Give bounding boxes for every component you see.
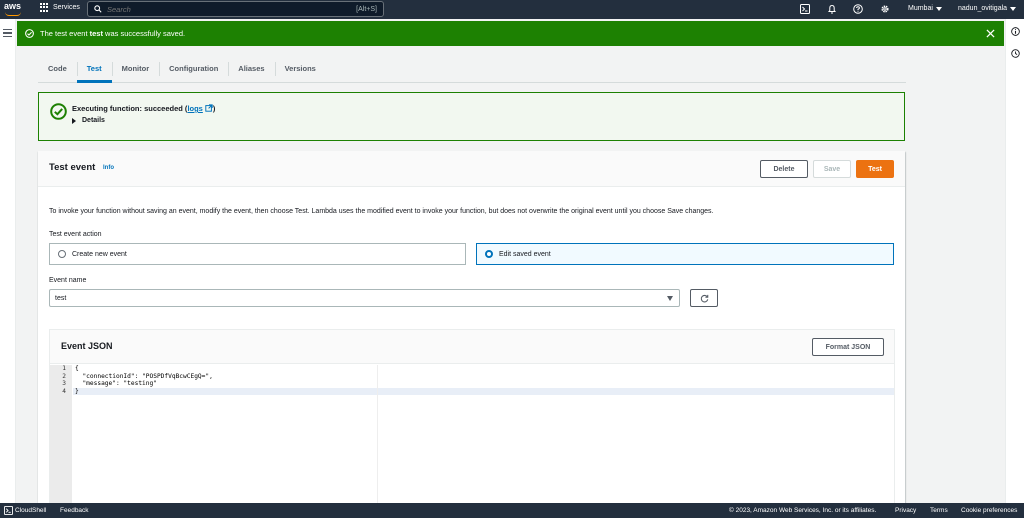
search-input[interactable] [107,4,357,14]
event-json-container: Event JSON Format JSON 1 2 3 4 { "connec… [49,329,895,509]
tab-versions[interactable]: Versions [274,58,326,83]
line-number-gutter: 1 2 3 4 [50,365,72,508]
line-number: 3 [62,380,66,387]
info-icon[interactable] [1011,27,1020,36]
execution-result-title: Executing function: succeeded (logs) [72,104,215,113]
success-check-icon [25,29,34,38]
details-expander[interactable]: Details [72,117,105,124]
chevron-down-icon [1010,6,1017,11]
chevron-down-icon [935,6,942,11]
refresh-icon [700,294,709,303]
account-username: nadun_ovitigala [958,5,1008,12]
radio-create-label: Create new event [72,250,127,258]
test-button[interactable]: Test [856,160,894,178]
delete-button[interactable]: Delete [760,160,808,178]
terms-link[interactable]: Terms [930,507,948,514]
code-line-active[interactable]: } [73,387,894,395]
print-margin [377,365,378,508]
format-json-button[interactable]: Format JSON [812,338,884,356]
execution-result-end: ) [212,104,216,113]
top-navigation: aws Services [Alt+S] Mumbai nadun_ovitig… [0,0,1024,19]
event-json-header: Event JSON Format JSON [50,330,894,364]
left-rail [0,19,16,503]
event-name-value: test [55,294,67,302]
code-line[interactable]: "connectionId": "POSPDfVqBcwCEgQ=", [73,373,894,381]
search-shortcut: [Alt+S] [356,5,377,13]
line-number: 4 [62,387,66,395]
tab-configuration[interactable]: Configuration [159,58,228,83]
test-event-header: Test event Info Delete Save Test [38,151,905,187]
code-line[interactable]: { [73,365,894,373]
services-grid-icon [40,3,49,12]
flash-suffix: was successfully saved. [102,29,186,38]
services-menu-button[interactable]: Services [40,3,80,12]
cookie-preferences-link[interactable]: Cookie preferences [961,507,1017,514]
save-button[interactable]: Save [813,160,851,178]
code-lines[interactable]: { "connectionId": "POSPDfVqBcwCEgQ=", "m… [73,365,894,395]
function-tabs: Code Test Monitor Configuration Aliases … [38,58,906,83]
radio-button[interactable] [58,250,66,258]
code-line[interactable]: "message": "testing" [73,380,894,388]
radio-edit-label: Edit saved event [499,250,551,258]
tab-test[interactable]: Test [76,58,112,83]
success-check-icon [50,103,67,120]
copyright-text: © 2023, Amazon Web Services, Inc. or its… [729,507,877,514]
test-event-panel: Test event Info Delete Save Test To invo… [38,151,905,511]
radio-create-new-event[interactable]: Create new event [49,243,466,265]
aws-logo-text: aws [4,1,22,11]
line-number: 2 [62,372,66,380]
search-icon [94,5,102,13]
caret-down-icon [667,296,673,301]
tab-aliases[interactable]: Aliases [228,58,274,83]
test-event-description: To invoke your function without saving a… [49,208,714,215]
flash-event-name: test [89,29,103,38]
cloudshell-link[interactable]: CloudShell [15,507,46,514]
help-icon[interactable] [853,4,863,14]
cloudshell-icon [4,506,13,515]
test-event-title: Test event [49,162,96,173]
right-rail [1005,19,1024,503]
footer: CloudShell Feedback © 2023, Amazon Web S… [0,503,1024,518]
json-code-editor[interactable]: 1 2 3 4 { "connectionId": "POSPDfVqBcwCE… [50,365,894,508]
line-number: 1 [62,365,66,372]
flash-prefix: The test event [40,29,90,38]
info-link[interactable]: Info [103,165,114,171]
radio-button-selected[interactable] [485,250,493,258]
execution-result-text: Executing function: succeeded ( [72,104,188,113]
account-menu[interactable]: nadun_ovitigala [958,5,1017,12]
logs-link[interactable]: logs [187,104,202,113]
external-link-icon [205,104,213,112]
feedback-link[interactable]: Feedback [60,507,89,514]
bell-icon[interactable] [827,4,837,14]
gear-icon[interactable] [880,4,890,14]
success-flash-banner: The test event test was successfully sav… [17,21,1004,46]
tab-code[interactable]: Code [38,58,77,83]
close-icon[interactable] [986,29,995,38]
aws-logo[interactable]: aws [4,1,24,17]
caret-right-icon [72,117,76,124]
menu-icon[interactable] [3,29,12,37]
refresh-button[interactable] [690,289,718,307]
event-json-title: Event JSON [61,341,113,351]
test-event-action-label: Test event action [49,231,102,238]
region-selector[interactable]: Mumbai [908,5,942,12]
region-label: Mumbai [908,5,933,12]
privacy-link[interactable]: Privacy [895,507,916,514]
tab-monitor[interactable]: Monitor [111,58,160,83]
radio-edit-saved-event[interactable]: Edit saved event [476,243,894,265]
flash-message: The test event test was successfully sav… [40,29,185,38]
event-name-label: Event name [49,277,87,284]
services-label: Services [53,4,80,11]
event-name-select[interactable]: test [49,289,680,307]
history-icon[interactable] [1011,49,1020,58]
cloudshell-icon[interactable] [800,4,810,14]
aws-smile-icon [5,12,21,16]
execution-result-alert: Executing function: succeeded (logs) Det… [38,92,905,141]
details-label: Details [82,117,105,124]
search-bar[interactable]: [Alt+S] [87,1,384,17]
